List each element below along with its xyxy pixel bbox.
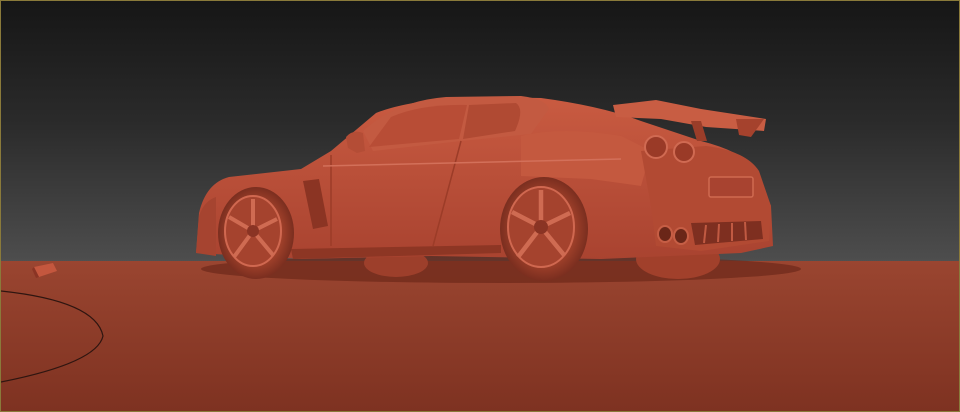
- taillight-left: [644, 135, 668, 159]
- scene-canvas[interactable]: [1, 1, 959, 411]
- exhaust-left-2: [673, 227, 689, 245]
- 3d-viewport[interactable]: [0, 0, 960, 412]
- rear-left-wheel[interactable]: [500, 177, 588, 281]
- front-bumper: [196, 197, 216, 256]
- license-plate: [708, 176, 754, 198]
- exhaust-left-1: [657, 225, 673, 243]
- ground-plane: [1, 261, 959, 411]
- taillight-right: [673, 141, 695, 163]
- front-wheel[interactable]: [218, 187, 294, 279]
